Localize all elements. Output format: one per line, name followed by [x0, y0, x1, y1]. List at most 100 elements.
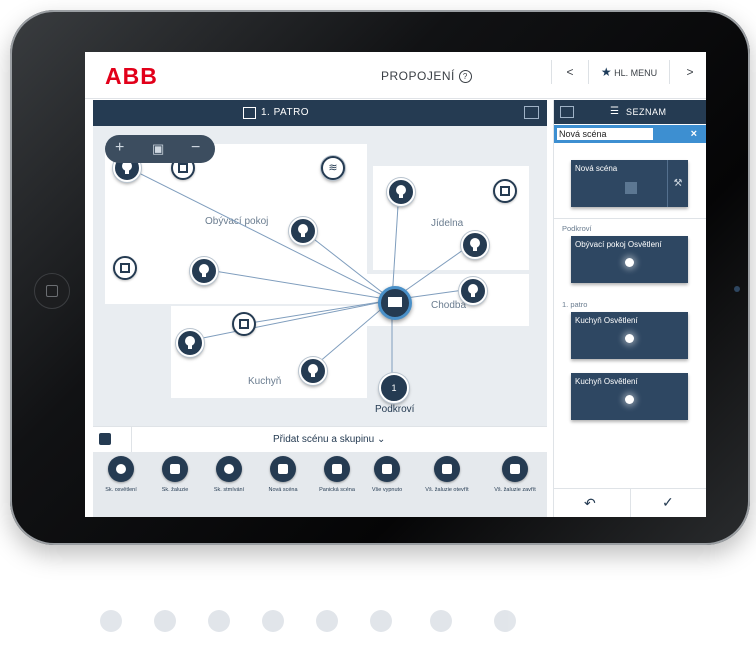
tablet-frame: ABB PROPOJENÍ? < ★ HL. MENU > 1. PATRO O… [10, 10, 750, 545]
floor-bar: 1. PATRO [93, 100, 547, 126]
scene-icon [625, 182, 637, 194]
app-screen: ABB PROPOJENÍ? < ★ HL. MENU > 1. PATRO O… [85, 52, 706, 517]
card-living-lighting[interactable]: Obývací pokoj Osvětlení [571, 236, 688, 283]
abb-logo: ABB [105, 63, 158, 89]
floor-plan-canvas[interactable]: Obývací pokoj Jídelna Chodba Kuchyň ≋ [93, 126, 547, 426]
bulb-icon [625, 258, 634, 267]
search-bar: × [554, 125, 706, 143]
bulb-icon [108, 456, 134, 482]
reflection-icon [208, 610, 230, 632]
page-title-text: PROPOJENÍ [381, 69, 455, 83]
bulb-icon [396, 185, 406, 198]
reflection-icon [316, 610, 338, 632]
collapse-panel-icon[interactable] [560, 106, 574, 118]
reflection-icon [100, 610, 122, 632]
zoom-in-button[interactable]: + [115, 139, 124, 157]
switch-node[interactable] [232, 312, 256, 336]
reflection-icon [430, 610, 452, 632]
light-node[interactable] [289, 217, 317, 245]
main-menu-label: HL. MENU [614, 68, 658, 78]
divider [630, 489, 631, 517]
floor-plan-icon [243, 107, 256, 119]
scene-name-input[interactable] [557, 128, 653, 140]
wrench-icon[interactable]: ⚒ [667, 160, 688, 207]
reflection-icon [370, 610, 392, 632]
zoom-fit-button[interactable]: ▣ [152, 141, 164, 157]
main-menu-button[interactable]: ★ HL. MENU [588, 60, 670, 84]
reflection-icon [154, 610, 176, 632]
bulb-icon [199, 264, 209, 277]
scene-icon [270, 456, 296, 482]
scene-icon [324, 456, 350, 482]
card-kitchen-lighting[interactable]: Kuchyň Osvětlení [571, 373, 688, 420]
add-scene-dropdown[interactable]: Přidat scénu a skupinu ⌄ [273, 434, 385, 445]
tablet-reflection [90, 572, 690, 652]
light-node[interactable] [387, 178, 415, 206]
light-node[interactable] [461, 231, 489, 259]
blind-icon [162, 456, 188, 482]
palette-label: Vše vypnuto [371, 487, 403, 493]
card-title: Kuchyň Osvětlení [575, 316, 638, 325]
card-new-scene[interactable]: Nová scéna ⚒ [571, 160, 688, 207]
palette-label: Nová scéna [268, 487, 298, 493]
help-icon[interactable]: ? [458, 70, 472, 83]
scene-node[interactable]: 1 [379, 373, 409, 403]
function-palette: Sk. osvětlení Sk. žaluzie Sk. stmívání N… [93, 452, 547, 517]
heating-node-icon[interactable]: ≋ [321, 156, 345, 180]
light-node[interactable] [459, 277, 487, 305]
page-title: PROPOJENÍ? [381, 69, 472, 83]
main-nav: < ★ HL. MENU > [551, 60, 706, 84]
scene-icon [502, 456, 528, 482]
palette-item-open-blinds[interactable]: Vš. žaluzie otevřít [421, 456, 473, 493]
dimmer-icon [216, 456, 242, 482]
palette-item-new-scene[interactable]: Nová scéna [257, 456, 309, 493]
zoom-controls: + ▣ − [105, 135, 215, 163]
zoom-out-button[interactable]: − [191, 139, 200, 157]
clear-icon[interactable]: × [691, 128, 697, 140]
palette-label: Vš. žaluzie zavřít [494, 487, 536, 493]
palette-item-panic-scene[interactable]: Panická scéna [311, 456, 363, 493]
bulb-icon [185, 336, 195, 349]
scene-list-panel: ☰ SEZNAM × Nová scéna ⚒ Podkroví Obývací… [553, 100, 706, 517]
scene-icon [434, 456, 460, 482]
home-button[interactable] [34, 273, 70, 309]
bulb-icon [298, 224, 308, 237]
card-kitchen-lighting[interactable]: Kuchyň Osvětlení [571, 312, 688, 359]
confirm-icon[interactable]: ✓ [662, 494, 674, 511]
switch-node[interactable] [113, 256, 137, 280]
palette-item-lighting-group[interactable]: Sk. osvětlení [95, 456, 147, 493]
light-node[interactable] [176, 329, 204, 357]
undo-icon[interactable]: ↶ [584, 495, 596, 512]
star-icon: ★ [600, 65, 612, 79]
reflection-icon [262, 610, 284, 632]
light-node[interactable] [299, 357, 327, 385]
palette-item-dimmer-group[interactable]: Sk. stmívání [203, 456, 255, 493]
panel-toggle-icon[interactable] [524, 106, 539, 119]
group-label-first-floor: 1. patro [562, 300, 588, 309]
palette-label: Sk. žaluzie [161, 487, 189, 493]
light-node[interactable] [190, 257, 218, 285]
palette-label: Sk. stmívání [213, 487, 245, 493]
panel-footer: ↶ ✓ [554, 488, 706, 517]
reflection-icon [494, 610, 516, 632]
scene-hub-icon[interactable] [378, 286, 412, 320]
palette-item-close-blinds[interactable]: Vš. žaluzie zavřít [489, 456, 541, 493]
house-icon[interactable] [99, 433, 111, 445]
top-bar: ABB PROPOJENÍ? < ★ HL. MENU > [85, 52, 706, 99]
floor-label[interactable]: 1. PATRO [261, 107, 309, 118]
palette-label: Sk. osvětlení [105, 487, 137, 493]
palette-item-all-off[interactable]: Vše vypnuto [361, 456, 413, 493]
nav-prev-button[interactable]: < [558, 60, 582, 84]
nav-next-button[interactable]: > [678, 60, 702, 84]
palette-item-blind-group[interactable]: Sk. žaluzie [149, 456, 201, 493]
card-title: Obývací pokoj Osvětlení [575, 240, 662, 249]
add-scene-bar: Přidat scénu a skupinu ⌄ [93, 426, 547, 453]
bulb-icon [625, 334, 634, 343]
switch-node[interactable] [493, 179, 517, 203]
bulb-icon [470, 238, 480, 251]
panel-header: ☰ SEZNAM [554, 100, 706, 124]
panel-title: SEZNAM [626, 107, 667, 117]
scene-icon [374, 456, 400, 482]
bulb-icon [308, 364, 318, 377]
palette-label: Vš. žaluzie otevřít [425, 487, 469, 493]
